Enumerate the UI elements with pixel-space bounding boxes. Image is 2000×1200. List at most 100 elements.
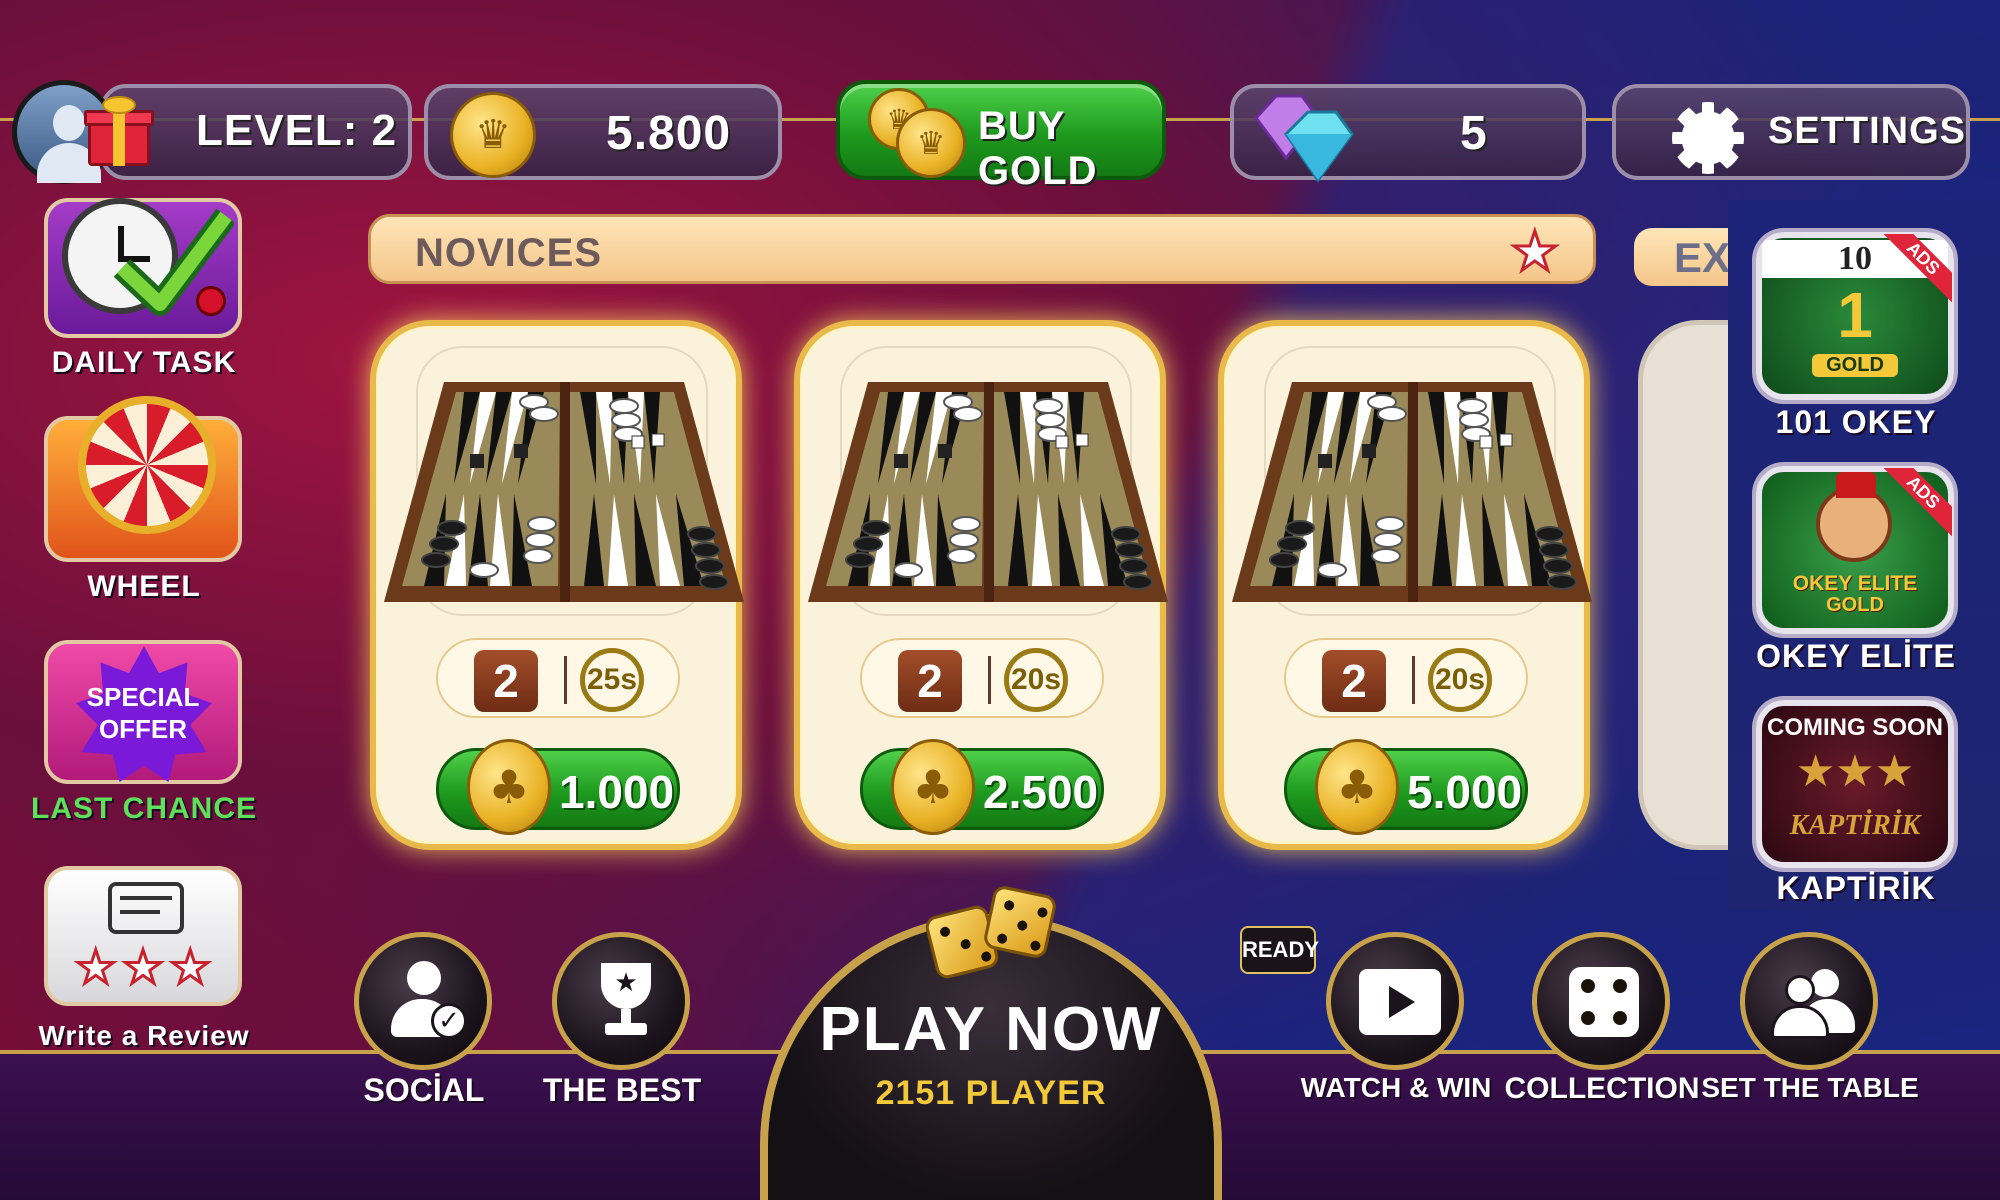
trophy-cup: ★	[601, 963, 651, 1009]
gold-coins-icon-front: ♛	[896, 108, 966, 178]
review-note-icon	[108, 882, 184, 934]
game-101-okey-button[interactable]: 10 1 GOLD ADS	[1756, 232, 1954, 400]
trophy-icon: ★	[591, 963, 661, 1043]
game-okey-elite-label: OKEY ELİTE	[1756, 638, 1956, 674]
user-front-head	[1785, 975, 1815, 1005]
timer-icon: 25s	[580, 648, 644, 712]
room-stats: 2 25s	[436, 638, 680, 718]
timer-icon: 20s	[1004, 648, 1068, 712]
room-title: NOVICES	[415, 231, 603, 275]
coming-soon-text: COMING SOON	[1766, 714, 1943, 741]
crown-coin-icon: ♛	[450, 92, 536, 178]
player-count-badge: 2	[474, 650, 538, 712]
bet-button[interactable]: ♣ 1.000	[436, 739, 680, 835]
daily-task-button[interactable]	[44, 198, 242, 338]
gold-amount: 5.800	[606, 107, 732, 160]
video-play-icon	[1359, 969, 1441, 1035]
kaptirik-tile-title: KAPTİRİK	[1789, 810, 1921, 841]
diamond-icon	[1254, 94, 1354, 183]
buy-gold-button[interactable]: ♛ ♛ BUY GOLD	[836, 80, 1166, 193]
wheel-label: WHEEL	[87, 570, 201, 603]
users-group-icon	[1769, 969, 1859, 1039]
okey-elite-tile-text-bottom: GOLD	[1826, 594, 1884, 616]
next-room-card[interactable]	[1638, 320, 1728, 850]
backgammon-board-icon	[384, 382, 744, 602]
settings-label: SETTINGS	[1768, 110, 1967, 152]
note-line	[120, 910, 160, 914]
room-header: NOVICES ★	[368, 214, 1596, 284]
collection-button[interactable]	[1532, 932, 1670, 1070]
settings-button[interactable]: SETTINGS	[1612, 84, 1970, 180]
clover-coin-icon: ♣	[467, 739, 551, 835]
gems-amount: 5	[1460, 107, 1488, 160]
okey-elite-tile-text-top: OKEY ELITE	[1792, 572, 1918, 595]
notification-dot	[196, 286, 226, 316]
level-label: LEVEL: 2	[196, 106, 398, 155]
social-button[interactable]: ✓	[354, 932, 492, 1070]
write-review-label: Write a Review	[38, 1020, 250, 1051]
special-offer-line1: SPECIAL	[86, 682, 200, 712]
daily-task-label: DAILY TASK	[51, 346, 237, 379]
trophy-stem	[621, 1009, 631, 1023]
room-card[interactable]: 2 25s ♣ 1.000	[370, 320, 744, 850]
avatar-head	[53, 105, 85, 141]
clover-coin-icon: ♣	[1315, 739, 1399, 835]
play-triangle	[1389, 986, 1415, 1018]
bet-amount: 2.500	[983, 766, 1099, 818]
buy-gold-label: BUY GOLD	[978, 104, 1098, 193]
mascot-fez	[1836, 472, 1876, 498]
stat-divider	[1412, 656, 1415, 704]
backgammon-board-icon	[1232, 382, 1592, 602]
special-offer-line2: OFFER	[98, 714, 188, 744]
set-the-table-button[interactable]	[1740, 932, 1878, 1070]
game-kaptirik-label: KAPTİRİK	[1776, 870, 1936, 906]
okey-101-text-bottom: GOLD	[1812, 354, 1898, 377]
die-icon	[1569, 967, 1639, 1037]
bet-amount: 5.000	[1407, 766, 1523, 818]
dice-icon	[923, 884, 1070, 981]
watch-win-label: WATCH & WIN	[1300, 1072, 1492, 1103]
favorite-star-icon[interactable]: ★	[1509, 223, 1560, 280]
okey-elite-mascot-icon	[1816, 472, 1892, 562]
gift-icon[interactable]	[84, 96, 154, 168]
next-room-title: EXI	[1674, 234, 1734, 281]
gift-ribbon	[113, 110, 125, 166]
set-the-table-label: SET THE TABLE	[1701, 1072, 1919, 1103]
wheel-icon	[78, 396, 216, 534]
player-count-badge: 2	[898, 650, 962, 712]
ready-badge: READY	[1240, 926, 1319, 974]
room-card[interactable]: 2 20s ♣ 5.000	[1218, 320, 1592, 850]
clover-coin-icon: ♣	[891, 739, 975, 835]
die-right	[982, 884, 1058, 960]
bet-button[interactable]: ♣ 2.500	[860, 739, 1104, 835]
player-count-label: 2151 PLAYER	[875, 1074, 1107, 1112]
rating-stars: ★★★	[74, 939, 217, 996]
next-room-header[interactable]: EXI	[1634, 228, 1734, 286]
watch-win-button[interactable]	[1326, 932, 1464, 1070]
ads-badge: ADS	[1882, 468, 1952, 538]
user-back-head	[1811, 969, 1839, 997]
game-okey-elite-button[interactable]: OKEY ELITE GOLD ADS	[1756, 466, 1954, 634]
gift-bow	[102, 96, 136, 114]
special-offer-button[interactable]: SPECIAL OFFER	[44, 640, 242, 784]
play-now-label: PLAY NOW	[819, 995, 1163, 1064]
wheel-button[interactable]	[44, 396, 242, 562]
stat-divider	[564, 656, 567, 704]
bet-button[interactable]: ♣ 5.000	[1284, 739, 1528, 835]
game-101-okey-label: 101 OKEY	[1775, 404, 1937, 440]
user-check-icon: ✓	[391, 961, 467, 1041]
check-badge: ✓	[431, 1003, 467, 1039]
collection-label: COLLECTION	[1504, 1072, 1700, 1105]
game-kaptirik-button[interactable]: COMING SOON ★★★ KAPTİRİK	[1756, 700, 1954, 868]
stat-divider	[988, 656, 991, 704]
last-chance-label: LAST CHANCE	[31, 792, 257, 825]
room-card[interactable]: 2 20s ♣ 2.500	[794, 320, 1168, 850]
write-review-button[interactable]: ★★★	[44, 866, 242, 1006]
the-best-label: THE BEST	[542, 1072, 702, 1108]
the-best-button[interactable]: ★	[552, 932, 690, 1070]
backgammon-board-icon	[808, 382, 1168, 602]
gold-balance-pill[interactable]: ♛ 5.800	[424, 84, 782, 180]
kaptirik-stars-icon: ★★★	[1795, 746, 1915, 797]
ads-badge: ADS	[1882, 234, 1952, 304]
user-head	[407, 961, 441, 995]
